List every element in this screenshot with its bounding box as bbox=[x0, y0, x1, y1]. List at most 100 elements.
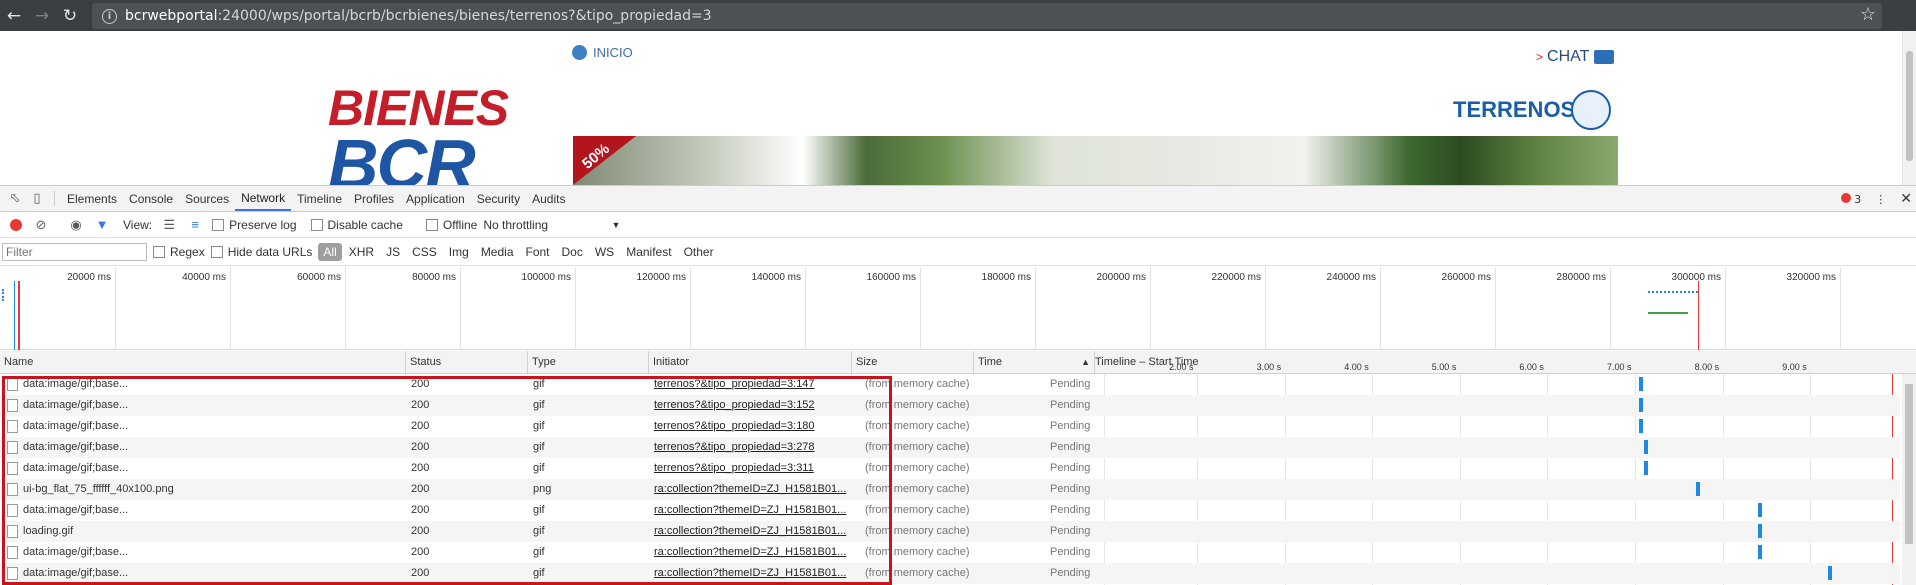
more-menu-icon[interactable]: ⋮ bbox=[1875, 193, 1886, 206]
column-name[interactable]: Name bbox=[0, 351, 406, 374]
request-initiator[interactable]: ra:collection?themeID=ZJ_H1581B01... bbox=[650, 479, 850, 500]
large-rows-icon[interactable]: ☰ bbox=[160, 217, 178, 233]
table-row[interactable]: data:image/gif;base... 200 gif ra:collectio… bbox=[0, 563, 1900, 584]
request-initiator[interactable]: ra:collection?themeID=ZJ_H1581B01... bbox=[650, 563, 850, 584]
filter-type-js[interactable]: JS bbox=[381, 243, 405, 261]
request-name[interactable]: data:image/gif;base... bbox=[19, 500, 404, 521]
table-row[interactable]: data:image/gif;base... 200 gif terrenos?&ti… bbox=[0, 374, 1900, 395]
disable-cache-checkbox[interactable]: Disable cache bbox=[310, 218, 403, 232]
logo-bcr[interactable]: BCR bbox=[328, 129, 476, 185]
waterfall-bar[interactable] bbox=[1757, 503, 1762, 517]
chat-link[interactable]: > CHAT bbox=[1536, 48, 1615, 66]
initiator-link[interactable]: ra:collection?themeID=ZJ_H1581B01... bbox=[654, 483, 846, 495]
initiator-link[interactable]: ra:collection?themeID=ZJ_H1581B01... bbox=[654, 504, 846, 516]
initiator-link[interactable]: terrenos?&tipo_propiedad=3:152 bbox=[654, 399, 815, 411]
preserve-log-box[interactable] bbox=[212, 218, 225, 231]
filter-type-ws[interactable]: WS bbox=[590, 243, 619, 261]
filter-input[interactable] bbox=[2, 242, 147, 261]
request-initiator[interactable]: terrenos?&tipo_propiedad=3:278 bbox=[650, 437, 850, 458]
address-bar[interactable]: i bcrwebportal:24000/wps/portal/bcrb/bcr… bbox=[92, 3, 1882, 29]
request-initiator[interactable]: ra:collection?themeID=ZJ_H1581B01... bbox=[650, 521, 850, 542]
inicio-link[interactable]: INICIO bbox=[572, 45, 633, 60]
filter-type-other[interactable]: Other bbox=[679, 243, 719, 261]
table-row[interactable]: data:image/gif;base... 200 gif ra:collectio… bbox=[0, 500, 1900, 521]
request-initiator[interactable]: terrenos?&tipo_propiedad=3:152 bbox=[650, 395, 850, 416]
filter-type-manifest[interactable]: Manifest bbox=[621, 243, 676, 261]
waterfall-bar[interactable] bbox=[1757, 524, 1762, 538]
request-initiator[interactable]: ra:collection?themeID=ZJ_H1581B01... bbox=[650, 542, 850, 563]
tab-sources[interactable]: Sources bbox=[179, 186, 235, 211]
request-name[interactable]: data:image/gif;base... bbox=[19, 437, 404, 458]
tab-timeline[interactable]: Timeline bbox=[291, 186, 348, 211]
network-overview[interactable]: 20000 ms 40000 ms 60000 ms 80000 ms 100000 m… bbox=[0, 267, 1916, 350]
page-scrollbar[interactable] bbox=[1902, 31, 1916, 185]
inspect-element-icon[interactable]: ⬁ bbox=[4, 186, 26, 211]
request-name[interactable]: loading.gif bbox=[19, 521, 404, 542]
tab-application[interactable]: Application bbox=[400, 186, 471, 211]
column-status[interactable]: Status bbox=[406, 351, 528, 374]
close-devtools-icon[interactable]: ✕ bbox=[1900, 191, 1912, 207]
preserve-log-checkbox[interactable]: Preserve log bbox=[212, 218, 297, 232]
request-name[interactable]: data:image/gif;base... bbox=[19, 374, 404, 395]
overview-icon[interactable]: ≡ bbox=[186, 217, 204, 232]
table-row[interactable]: data:image/gif;base... 200 gif terrenos?&ti… bbox=[0, 416, 1900, 437]
tab-profiles[interactable]: Profiles bbox=[348, 186, 400, 211]
hide-data-urls-checkbox[interactable]: Hide data URLs bbox=[210, 245, 312, 259]
hide-data-urls-box[interactable] bbox=[210, 245, 223, 258]
table-row[interactable]: data:image/gif;base... 200 gif terrenos?&ti… bbox=[0, 458, 1900, 479]
record-icon[interactable] bbox=[10, 218, 22, 231]
waterfall-bar[interactable] bbox=[1639, 377, 1644, 391]
forward-arrow-icon[interactable]: → bbox=[28, 2, 56, 30]
table-scrollbar[interactable] bbox=[1902, 374, 1916, 585]
request-initiator[interactable]: ra:collection?themeID=ZJ_H1581B01... bbox=[650, 500, 850, 521]
device-mode-icon[interactable]: ▯ bbox=[26, 186, 48, 211]
waterfall-bar[interactable] bbox=[1757, 545, 1762, 559]
tab-network[interactable]: Network bbox=[235, 186, 292, 211]
tab-console[interactable]: Console bbox=[123, 186, 179, 211]
initiator-link[interactable]: ra:collection?themeID=ZJ_H1581B01... bbox=[654, 546, 846, 558]
regex-checkbox[interactable]: Regex bbox=[153, 245, 205, 259]
request-name[interactable]: data:image/gif;base... bbox=[19, 563, 404, 584]
filter-type-xhr[interactable]: XHR bbox=[344, 243, 379, 261]
column-time[interactable]: Time ▲ bbox=[974, 351, 1095, 374]
site-info-icon[interactable]: i bbox=[102, 8, 117, 24]
initiator-link[interactable]: terrenos?&tipo_propiedad=3:147 bbox=[654, 378, 815, 390]
initiator-link[interactable]: terrenos?&tipo_propiedad=3:278 bbox=[654, 441, 815, 453]
filter-type-doc[interactable]: Doc bbox=[557, 243, 588, 261]
request-name[interactable]: data:image/gif;base... bbox=[19, 416, 404, 437]
error-counter[interactable]: 3 bbox=[1841, 192, 1861, 206]
table-row[interactable]: data:image/gif;base... 200 gif ra:collectio… bbox=[0, 542, 1900, 563]
bookmark-star-icon[interactable]: ☆ bbox=[1860, 4, 1876, 25]
filter-type-font[interactable]: Font bbox=[521, 243, 555, 261]
table-row[interactable]: data:image/gif;base... 200 gif terrenos?&ti… bbox=[0, 437, 1900, 458]
tab-elements[interactable]: Elements bbox=[61, 186, 123, 211]
throttling-select[interactable]: No throttling ▼ bbox=[483, 218, 620, 232]
disable-cache-box[interactable] bbox=[310, 218, 323, 231]
filter-type-css[interactable]: CSS bbox=[407, 243, 442, 261]
reload-icon[interactable]: ↻ bbox=[56, 2, 84, 30]
request-name[interactable]: ui-bg_flat_75_ffffff_40x100.png bbox=[19, 479, 404, 500]
regex-box[interactable] bbox=[153, 245, 165, 258]
request-name[interactable]: data:image/gif;base... bbox=[19, 395, 404, 416]
filter-type-img[interactable]: Img bbox=[444, 243, 474, 261]
request-initiator[interactable]: terrenos?&tipo_propiedad=3:311 bbox=[650, 458, 850, 479]
filter-type-media[interactable]: Media bbox=[476, 243, 519, 261]
request-name[interactable]: data:image/gif;base... bbox=[19, 458, 404, 479]
initiator-link[interactable]: terrenos?&tipo_propiedad=3:180 bbox=[654, 420, 815, 432]
tab-audits[interactable]: Audits bbox=[526, 186, 571, 211]
column-type[interactable]: Type bbox=[528, 351, 649, 374]
table-row[interactable]: data:image/gif;base... 200 gif terrenos?&ti… bbox=[0, 395, 1900, 416]
waterfall-bar[interactable] bbox=[1639, 398, 1644, 412]
page-scrollbar-thumb[interactable] bbox=[1906, 51, 1913, 161]
back-arrow-icon[interactable]: ← bbox=[0, 2, 28, 30]
waterfall-bar[interactable] bbox=[1643, 440, 1648, 454]
column-initiator[interactable]: Initiator bbox=[649, 351, 852, 374]
tab-security[interactable]: Security bbox=[471, 186, 526, 211]
offline-box[interactable] bbox=[425, 218, 438, 231]
request-name[interactable]: data:image/gif;base... bbox=[19, 542, 404, 563]
waterfall-bar[interactable] bbox=[1643, 461, 1648, 475]
table-scrollbar-thumb[interactable] bbox=[1905, 384, 1913, 544]
request-initiator[interactable]: terrenos?&tipo_propiedad=3:180 bbox=[650, 416, 850, 437]
column-size[interactable]: Size bbox=[852, 351, 974, 374]
capture-screenshots-icon[interactable]: ◉ bbox=[67, 217, 85, 233]
